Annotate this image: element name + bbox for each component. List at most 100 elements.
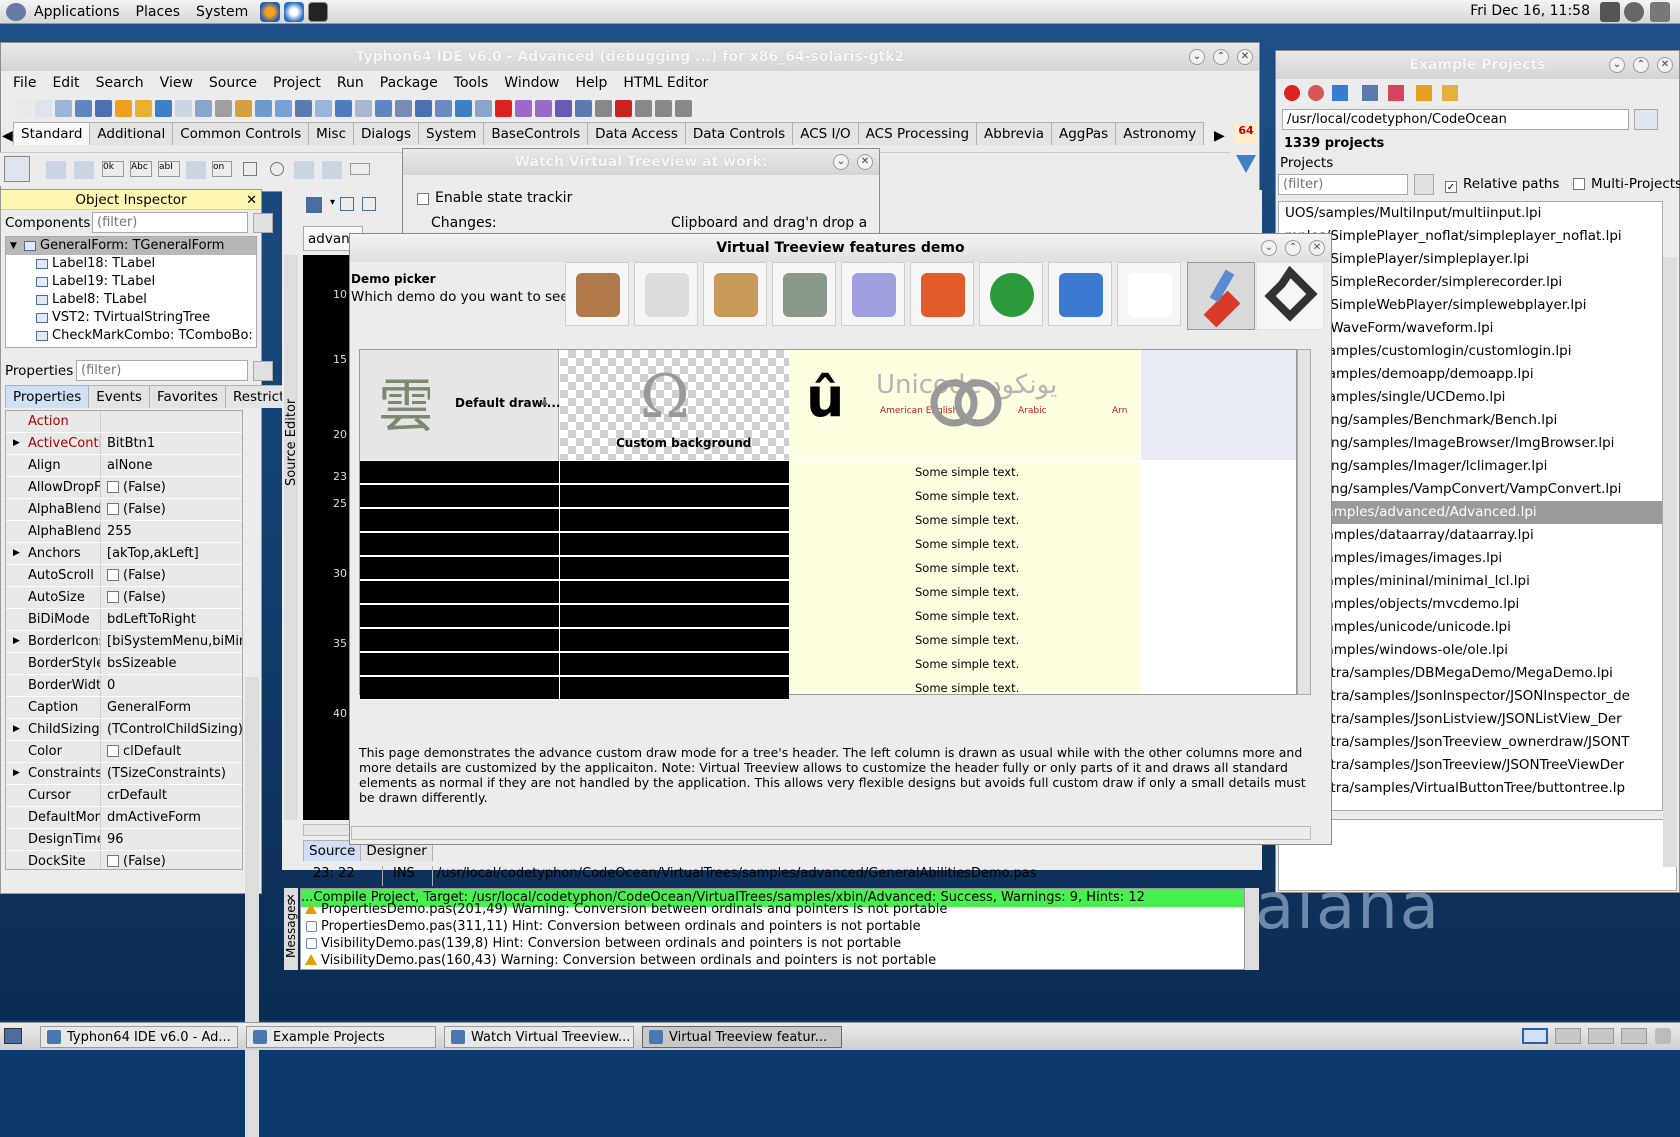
toolbar-button-icon[interactable] — [615, 99, 632, 117]
property-checkbox[interactable] — [107, 855, 119, 867]
maximize-button[interactable]: ⌃ — [1633, 57, 1649, 73]
property-row[interactable]: Cursor crDefault — [6, 785, 242, 807]
project-item[interactable]: mples/SimplePlayer_noflat/simpleplayer_n… — [1279, 225, 1662, 248]
minimize-button[interactable]: ⌄ — [1261, 240, 1277, 256]
property-row[interactable]: DesignTimePl 96 — [6, 829, 242, 851]
show-desktop-icon[interactable] — [4, 1028, 22, 1044]
tlabel-icon[interactable]: Abc — [130, 161, 152, 177]
message-line[interactable]: VisibilityDemo.pas(160,43) Warning: Conv… — [301, 952, 1244, 969]
tree-row[interactable] — [360, 581, 789, 604]
toolbar-button-icon[interactable] — [335, 99, 352, 117]
property-row[interactable]: BorderWidth 0 — [6, 675, 242, 697]
project-item[interactable]: rees/samples/dataarray/dataarray.lpi — [1279, 524, 1662, 547]
project-item[interactable]: rees/samples/windows-ole/ole.lpi — [1279, 639, 1662, 662]
property-grid-scrollbar[interactable] — [245, 677, 259, 1137]
menu-search[interactable]: Search — [88, 75, 152, 91]
demo-button-globe[interactable] — [979, 262, 1043, 326]
property-value[interactable]: clDefault — [101, 741, 242, 762]
project-item[interactable]: ntrol/samples/demoapp/demoapp.lpi — [1279, 363, 1662, 386]
property-row[interactable]: BorderStyle bsSizeable — [6, 653, 242, 675]
property-row[interactable]: Caption GeneralForm — [6, 697, 242, 719]
places-menu[interactable]: Places — [128, 4, 189, 20]
vt-tree-scrollbar[interactable] — [1297, 349, 1311, 695]
menu-file[interactable]: File — [1, 75, 44, 91]
property-value[interactable]: (TSizeConstraints) — [101, 763, 242, 784]
clock[interactable]: Fri Dec 16, 11:58 — [1470, 3, 1590, 19]
maximize-button[interactable]: ⌃ — [1213, 49, 1229, 65]
toolbar-button-icon[interactable] — [235, 99, 252, 117]
property-value[interactable]: 255 — [101, 521, 242, 542]
palette-tab-basecontrols[interactable]: BaseControls — [483, 122, 589, 145]
tree-row[interactable] — [360, 557, 789, 580]
property-row[interactable]: AutoSize (False) — [6, 587, 242, 609]
project-item[interactable]: eImaging/samples/Benchmark/Bench.lpi — [1279, 409, 1662, 432]
applications-menu[interactable]: Applications — [26, 4, 128, 20]
toolbar-button-icon[interactable] — [35, 99, 52, 117]
palette-tab-additional[interactable]: Additional — [89, 122, 174, 145]
demo-button-fist[interactable] — [565, 262, 629, 326]
project-item[interactable]: eImaging/samples/VampConvert/VampConvert… — [1279, 478, 1662, 501]
project-item[interactable]: rees/samples/unicode/unicode.lpi — [1279, 616, 1662, 639]
toolbar-button-icon[interactable] — [295, 99, 312, 117]
project-item[interactable]: reesExtra/samples/DBMegaDemo/MegaDemo.lp… — [1279, 662, 1662, 685]
project-item[interactable]: rees/samples/images/images.lpi — [1279, 547, 1662, 570]
taskbar-button[interactable]: Watch Virtual Treeview... — [444, 1026, 634, 1048]
filter-clear-icon[interactable] — [253, 213, 273, 233]
network-icon[interactable] — [1600, 2, 1620, 22]
header-column-custom-background[interactable]: Ω Custom background — [560, 350, 789, 460]
tree-row[interactable] — [360, 485, 789, 508]
toolbar-button-icon[interactable] — [135, 99, 152, 117]
palette-scroll-right-icon[interactable]: ▶ — [1214, 128, 1225, 144]
menu-view[interactable]: View — [152, 75, 201, 91]
property-value[interactable]: (False) — [101, 499, 242, 520]
firefox-launcher-icon[interactable] — [260, 1, 281, 22]
filter-clear-icon[interactable] — [1414, 174, 1434, 195]
expand-icon[interactable]: ▶ — [13, 724, 20, 734]
toolbar-button-icon[interactable] — [475, 99, 492, 117]
close-button[interactable]: ✕ — [1657, 57, 1673, 73]
close-button[interactable]: ✕ — [857, 154, 873, 170]
tree-node[interactable]: Label18: TLabel — [6, 255, 256, 273]
browse-folder-icon[interactable] — [1634, 109, 1658, 130]
palette-tab-data-access[interactable]: Data Access — [587, 122, 686, 145]
workspace-3[interactable] — [1588, 1028, 1614, 1044]
property-value[interactable]: (False) — [101, 851, 242, 869]
demo-button-paint-program[interactable] — [910, 262, 974, 326]
demo-button-documents[interactable] — [634, 262, 698, 326]
refresh-icon[interactable] — [1308, 85, 1324, 101]
relative-paths-checkbox[interactable]: ✓ — [1445, 177, 1461, 193]
tree-row[interactable] — [360, 629, 789, 652]
property-checkbox[interactable] — [107, 591, 119, 603]
properties-filter-input[interactable] — [76, 360, 248, 381]
volume-icon[interactable] — [1650, 2, 1670, 22]
palette-tab-misc[interactable]: Misc — [308, 122, 354, 145]
taskbar-button[interactable]: Typhon64 IDE v6.0 - Ad... — [40, 1026, 238, 1048]
project-item[interactable]: mples/SimpleRecorder/simplerecorder.lpi — [1279, 271, 1662, 294]
close-icon[interactable]: ✕ — [246, 191, 257, 211]
toolbar-button-icon[interactable] — [435, 99, 452, 117]
toolbar-button-icon[interactable] — [15, 99, 32, 117]
property-row[interactable]: Align alNone — [6, 455, 242, 477]
folder-icon[interactable] — [1416, 85, 1432, 101]
search-folder-icon[interactable] — [1442, 85, 1458, 101]
toolbar-button-icon[interactable] — [215, 99, 232, 117]
system-menu[interactable]: System — [188, 4, 256, 20]
toolbar-button-icon[interactable] — [555, 99, 572, 117]
menu-help[interactable]: Help — [568, 75, 616, 91]
toolbar-button-icon[interactable] — [95, 99, 112, 117]
dropdown-icon[interactable]: ▾ — [330, 197, 335, 208]
palette-tab-acs-i-o[interactable]: ACS I/O — [792, 122, 859, 145]
minimize-button[interactable]: ⌄ — [1609, 57, 1625, 73]
toolbar-button-icon[interactable] — [395, 99, 412, 117]
example-projects-title-bar[interactable]: Example Projects ⌄ ⌃ ✕ — [1276, 51, 1679, 79]
project-item[interactable]: mples/SimplePlayer/simpleplayer.lpi — [1279, 248, 1662, 271]
taskbar-button[interactable]: Virtual Treeview featur... — [642, 1026, 842, 1048]
demo-button-text-page[interactable] — [1117, 262, 1181, 326]
filter-clear-icon[interactable] — [253, 361, 273, 381]
close-button[interactable]: ✕ — [1309, 240, 1325, 256]
expand-icon[interactable]: ▶ — [13, 438, 20, 448]
property-row[interactable]: ▶ Constraints (TSizeConstraints) — [6, 763, 242, 785]
listbox-tool-icon[interactable] — [294, 161, 314, 179]
menu-window[interactable]: Window — [496, 75, 567, 91]
tree-node-root[interactable]: ▼ GeneralForm: TGeneralForm — [6, 237, 256, 255]
